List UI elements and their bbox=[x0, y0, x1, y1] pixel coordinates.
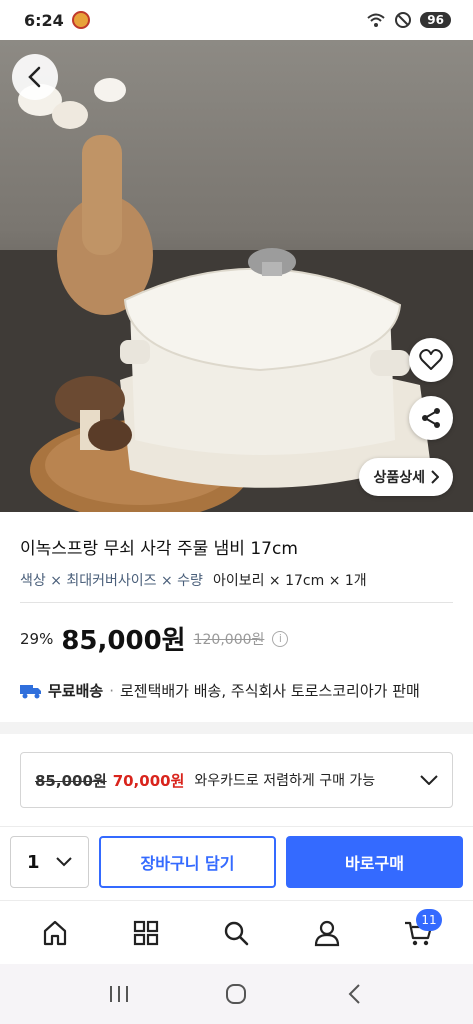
product-image[interactable]: 상품상세 bbox=[0, 40, 473, 512]
chevron-down-icon bbox=[56, 857, 72, 867]
back-button[interactable] bbox=[12, 54, 58, 100]
option-value: 아이보리 × 17cm × 1개 bbox=[212, 573, 367, 589]
product-title: 이녹스프랑 무쇠 사각 주물 냄비 17cm bbox=[20, 539, 298, 559]
tab-categories[interactable] bbox=[116, 903, 176, 963]
share-button[interactable] bbox=[409, 396, 453, 440]
buy-now-button[interactable]: 바로구매 bbox=[286, 836, 463, 888]
back-nav-button[interactable] bbox=[324, 974, 384, 1014]
chevron-right-icon bbox=[431, 470, 439, 484]
option-label: 색상 × 최대커버사이즈 × 수량 bbox=[20, 573, 203, 589]
recent-apps-icon bbox=[109, 986, 128, 1002]
wifi-icon bbox=[367, 13, 385, 27]
divider bbox=[20, 602, 453, 603]
shipping-detail: 로젠택배가 배송, 주식회사 토로스코리아가 판매 bbox=[119, 682, 420, 700]
home-icon bbox=[44, 920, 67, 945]
app-notification-icon bbox=[71, 11, 90, 29]
tab-my-account[interactable] bbox=[297, 903, 357, 963]
home-nav-button[interactable] bbox=[206, 974, 266, 1014]
battery-indicator: 96 bbox=[420, 12, 451, 28]
selected-options[interactable]: 색상 × 최대커버사이즈 × 수량 아이보리 × 17cm × 1개 bbox=[20, 570, 367, 590]
add-to-cart-button[interactable]: 장바구니 담기 bbox=[99, 836, 276, 888]
back-arrow-icon bbox=[348, 984, 360, 1004]
heart-icon bbox=[419, 349, 443, 370]
status-bar: 6:24 96 bbox=[0, 0, 473, 40]
product-photo bbox=[0, 78, 473, 512]
section-separator bbox=[0, 722, 473, 734]
wishlist-button[interactable] bbox=[409, 338, 453, 382]
shipping-info: 무료배송 · 로젠택배가 배송, 주식회사 토로스코리아가 판매 bbox=[20, 680, 420, 701]
tab-search[interactable] bbox=[206, 903, 266, 963]
tab-cart[interactable]: 11 bbox=[388, 903, 448, 963]
search-icon bbox=[225, 921, 249, 945]
grid-icon bbox=[133, 920, 158, 945]
product-detail-button[interactable]: 상품상세 bbox=[359, 458, 453, 496]
card-original-price: 85,000원 bbox=[35, 771, 107, 790]
card-discount-offer[interactable]: 85,000원 70,000원 와우카드로 저렴하게 구매 가능 bbox=[20, 752, 453, 808]
bottom-tab-bar: 11 bbox=[0, 900, 473, 964]
system-navigation-bar bbox=[0, 964, 473, 1024]
original-price: 120,000원 bbox=[193, 631, 265, 648]
price-row: 29% 85,000원 120,000원 i bbox=[20, 620, 289, 657]
free-shipping-label: 무료배송 bbox=[48, 682, 104, 700]
share-icon bbox=[422, 408, 440, 428]
chevron-down-icon bbox=[420, 775, 438, 785]
home-circle-icon bbox=[226, 984, 247, 1004]
card-offer-text: 와우카드로 저렴하게 구매 가능 bbox=[194, 773, 376, 789]
tab-home[interactable] bbox=[25, 903, 85, 963]
quantity-value: 1 bbox=[27, 851, 40, 873]
chevron-left-icon bbox=[28, 66, 41, 88]
sale-price: 85,000원 bbox=[61, 626, 186, 656]
card-discounted-price: 70,000원 bbox=[112, 771, 185, 790]
purchase-bar: 1 장바구니 담기 바로구매 bbox=[0, 826, 473, 900]
do-not-disturb-icon bbox=[395, 12, 412, 28]
truck-icon bbox=[20, 684, 41, 698]
info-icon[interactable]: i bbox=[272, 630, 289, 647]
quantity-select[interactable]: 1 bbox=[10, 836, 89, 888]
status-time: 6:24 bbox=[24, 10, 64, 30]
recent-apps-button[interactable] bbox=[89, 974, 149, 1014]
discount-rate: 29% bbox=[20, 629, 54, 648]
cart-count-badge: 11 bbox=[416, 908, 442, 931]
user-icon bbox=[314, 920, 340, 946]
product-detail-label: 상품상세 bbox=[373, 470, 425, 486]
